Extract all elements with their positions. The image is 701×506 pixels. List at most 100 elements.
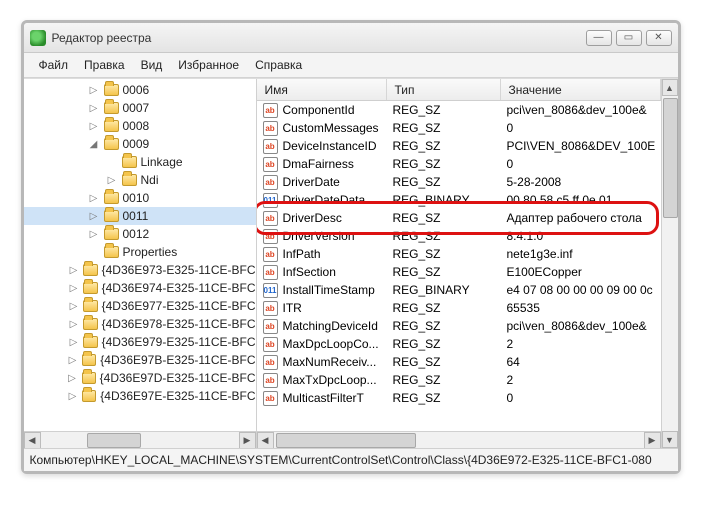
tree-node[interactable]: ◢0009 — [24, 135, 256, 153]
value-type: REG_SZ — [387, 319, 501, 333]
scroll-left-arrow[interactable]: ◀ — [24, 432, 41, 449]
col-header-name[interactable]: Имя — [257, 79, 387, 100]
tree-node[interactable]: ▷{4D36E97E-E325-11CE-BFC — [24, 387, 256, 405]
tree-node[interactable]: ▷{4D36E97B-E325-11CE-BFC — [24, 351, 256, 369]
registry-editor-window: Редактор реестра — ▭ ✕ ФайлПравкаВидИзбр… — [21, 20, 681, 474]
scroll-thumb[interactable] — [87, 433, 141, 448]
workarea: ▷0006▷0007▷0008◢0009 Linkage▷Ndi▷0010▷00… — [24, 78, 678, 448]
tree-node[interactable]: ▷0010 — [24, 189, 256, 207]
scroll-track[interactable] — [41, 432, 239, 449]
tree-node[interactable]: Properties — [24, 243, 256, 261]
list-vscrollbar[interactable]: ▲ ▼ — [661, 79, 678, 448]
folder-icon — [82, 354, 96, 366]
value-row[interactable]: 011InstallTimeStampREG_BINARYe4 07 08 00… — [257, 281, 661, 299]
expander-icon[interactable]: ▷ — [67, 355, 78, 366]
value-row[interactable]: abDmaFairnessREG_SZ0 — [257, 155, 661, 173]
scroll-track[interactable] — [662, 96, 678, 431]
menu-файл[interactable]: Файл — [32, 56, 76, 74]
expander-icon[interactable]: ▷ — [88, 193, 100, 204]
value-type: REG_SZ — [387, 139, 501, 153]
titlebar[interactable]: Редактор реестра — ▭ ✕ — [24, 23, 678, 53]
value-data: 8.4.1.0 — [501, 229, 661, 243]
expander-icon[interactable]: ▷ — [88, 85, 100, 96]
menu-правка[interactable]: Правка — [77, 56, 132, 74]
expander-icon[interactable]: ◢ — [88, 139, 100, 150]
value-row[interactable]: abDeviceInstanceIDREG_SZPCI\VEN_8086&DEV… — [257, 137, 661, 155]
col-header-type[interactable]: Тип — [387, 79, 501, 100]
value-row[interactable]: abMaxDpcLoopCo...REG_SZ2 — [257, 335, 661, 353]
expander-icon[interactable]: ▷ — [68, 265, 79, 276]
registry-tree[interactable]: ▷0006▷0007▷0008◢0009 Linkage▷Ndi▷0010▷00… — [24, 79, 256, 431]
scroll-right-arrow[interactable]: ▶ — [644, 432, 661, 449]
expander-icon[interactable]: ▷ — [66, 373, 77, 384]
menu-справка[interactable]: Справка — [248, 56, 309, 74]
binary-value-icon: 011 — [263, 193, 278, 208]
value-type: REG_BINARY — [387, 193, 501, 207]
folder-icon — [82, 372, 96, 384]
value-row[interactable]: abMaxNumReceiv...REG_SZ64 — [257, 353, 661, 371]
value-row[interactable]: abMaxTxDpcLoop...REG_SZ2 — [257, 371, 661, 389]
expander-icon[interactable]: ▷ — [88, 121, 100, 132]
value-row[interactable]: abDriverDateREG_SZ5-28-2008 — [257, 173, 661, 191]
tree-node[interactable]: ▷{4D36E977-E325-11CE-BFC — [24, 297, 256, 315]
tree-node[interactable]: ▷{4D36E979-E325-11CE-BFC — [24, 333, 256, 351]
expander-icon[interactable]: ▷ — [106, 175, 118, 186]
tree-node[interactable]: ▷ {4D36E97D-E325-11CE-BFC — [24, 369, 256, 387]
tree-node[interactable]: ▷{4D36E973-E325-11CE-BFC — [24, 261, 256, 279]
string-value-icon: ab — [263, 229, 278, 244]
scroll-left-arrow[interactable]: ◀ — [257, 432, 274, 449]
folder-icon — [83, 336, 97, 348]
expander-icon[interactable]: ▷ — [68, 283, 79, 294]
value-row[interactable]: abMulticastFilterTREG_SZ0 — [257, 389, 661, 407]
list-hscrollbar[interactable]: ◀ ▶ — [257, 431, 661, 448]
scroll-right-arrow[interactable]: ▶ — [239, 432, 256, 449]
expander-icon[interactable]: ▷ — [67, 391, 78, 402]
tree-node[interactable]: ▷0006 — [24, 81, 256, 99]
value-row[interactable]: abDriverVersionREG_SZ8.4.1.0 — [257, 227, 661, 245]
tree-node[interactable]: ▷{4D36E978-E325-11CE-BFC — [24, 315, 256, 333]
value-row[interactable]: abITRREG_SZ65535 — [257, 299, 661, 317]
value-row[interactable]: 011DriverDateDataREG_BINARY00 80 58 c5 f… — [257, 191, 661, 209]
expander-icon[interactable]: ▷ — [88, 211, 100, 222]
window-title: Редактор реестра — [52, 31, 586, 45]
scroll-up-arrow[interactable]: ▲ — [662, 79, 678, 96]
value-row[interactable]: abInfPathREG_SZnete1g3e.inf — [257, 245, 661, 263]
tree-node[interactable]: ▷0008 — [24, 117, 256, 135]
scroll-down-arrow[interactable]: ▼ — [662, 431, 678, 448]
expander-icon[interactable]: ▷ — [88, 103, 100, 114]
value-row[interactable]: abCustomMessagesREG_SZ0 — [257, 119, 661, 137]
minimize-button[interactable]: — — [586, 30, 612, 46]
tree-node[interactable]: ▷{4D36E974-E325-11CE-BFC — [24, 279, 256, 297]
tree-node[interactable]: ▷Ndi — [24, 171, 256, 189]
value-row[interactable]: abDriverDescREG_SZАдаптер рабочего стола — [257, 209, 661, 227]
value-name: MaxDpcLoopCo... — [283, 337, 379, 351]
expander-icon[interactable]: ▷ — [68, 337, 79, 348]
close-button[interactable]: ✕ — [646, 30, 672, 46]
scroll-thumb[interactable] — [663, 98, 678, 218]
menu-вид[interactable]: Вид — [134, 56, 170, 74]
tree-hscrollbar[interactable]: ◀ ▶ — [24, 431, 256, 448]
value-row[interactable]: abMatchingDeviceIdREG_SZpci\ven_8086&dev… — [257, 317, 661, 335]
maximize-button[interactable]: ▭ — [616, 30, 642, 46]
list-body[interactable]: abComponentIdREG_SZpci\ven_8086&dev_100e… — [257, 101, 661, 431]
tree-label: {4D36E97D-E325-11CE-BFC — [100, 371, 256, 385]
tree-node[interactable]: ▷0011 — [24, 207, 256, 225]
tree-node[interactable]: Linkage — [24, 153, 256, 171]
expander-icon[interactable]: ▷ — [88, 229, 100, 240]
scroll-thumb[interactable] — [276, 433, 416, 448]
value-name: DriverVersion — [283, 229, 355, 243]
expander-icon[interactable]: ▷ — [68, 301, 79, 312]
string-value-icon: ab — [263, 157, 278, 172]
scroll-track[interactable] — [274, 432, 644, 449]
string-value-icon: ab — [263, 175, 278, 190]
value-row[interactable]: abComponentIdREG_SZpci\ven_8086&dev_100e… — [257, 101, 661, 119]
value-data: 00 80 58 c5 ff 0e 01 — [501, 193, 661, 207]
tree-node[interactable]: ▷0007 — [24, 99, 256, 117]
menu-избранное[interactable]: Избранное — [171, 56, 246, 74]
list-header: Имя Тип Значение — [257, 79, 661, 101]
expander-icon[interactable]: ▷ — [68, 319, 79, 330]
tree-node[interactable]: ▷0012 — [24, 225, 256, 243]
value-row[interactable]: abInfSectionREG_SZE100ECopper — [257, 263, 661, 281]
value-data: E100ECopper — [501, 265, 661, 279]
col-header-value[interactable]: Значение — [501, 79, 661, 100]
